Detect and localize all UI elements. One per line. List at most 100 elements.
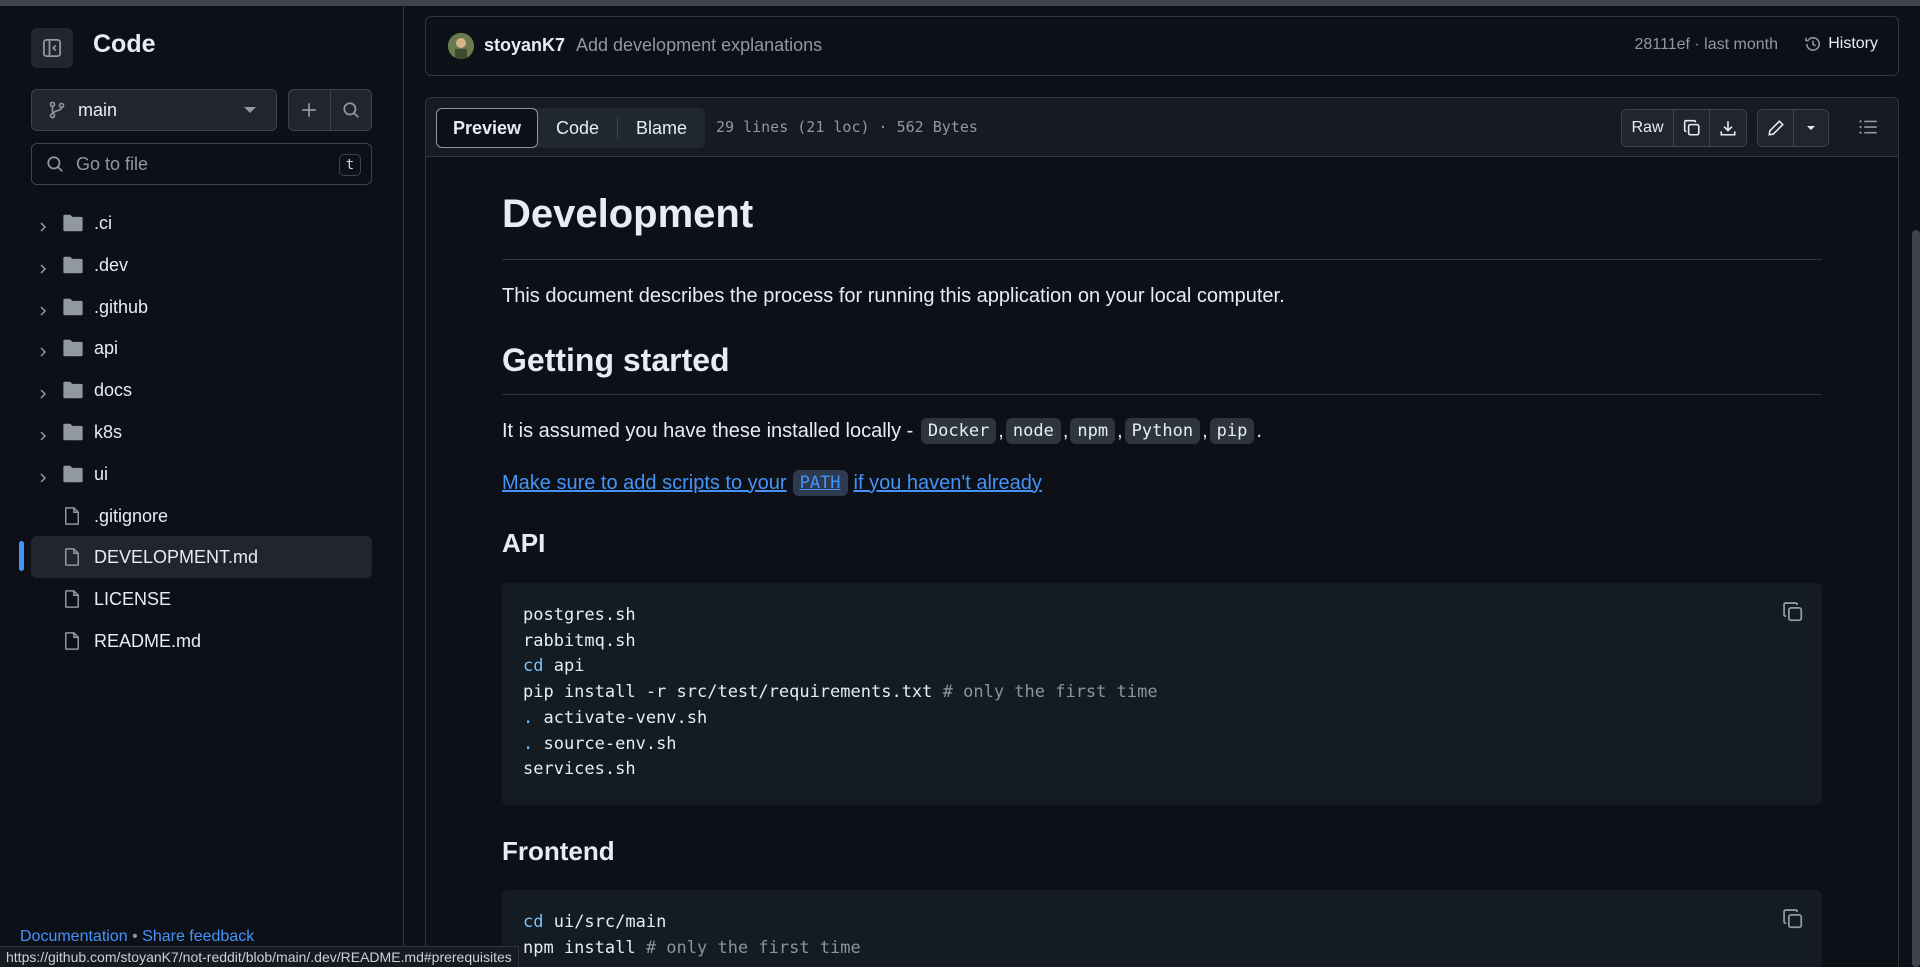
tree-file-item[interactable]: README.md <box>31 620 372 662</box>
branch-selector[interactable]: main <box>31 89 277 131</box>
tree-item-label: .dev <box>94 254 129 275</box>
code-line: cd api <box>523 656 585 677</box>
path-setup-link[interactable]: Make sure to add scripts to your PATH if… <box>502 470 1042 496</box>
footer-separator: • <box>132 928 138 945</box>
go-to-file-input[interactable]: Go to file t <box>31 143 372 185</box>
folder-icon <box>62 255 84 280</box>
plus-icon <box>302 103 316 117</box>
branch-name: main <box>78 99 118 120</box>
collapse-sidebar-button[interactable] <box>31 28 73 68</box>
chevron-down-icon <box>244 107 256 113</box>
tree-item-label: .ci <box>94 213 112 233</box>
copy-raw-button[interactable] <box>1674 110 1710 146</box>
go-to-file-placeholder: Go to file <box>76 153 149 174</box>
intro-paragraph: This document describes the process for … <box>502 285 1285 307</box>
tab-code[interactable]: Code <box>538 108 617 148</box>
link-text-before: Make sure to add scripts to your <box>502 471 787 494</box>
code-line: services.sh <box>523 759 636 780</box>
tree-folder-item[interactable]: k8s <box>31 411 372 453</box>
caret-down-icon <box>1807 126 1815 130</box>
commit-sha-date[interactable]: 28111ef · last month <box>1635 36 1779 54</box>
period: . <box>1256 419 1262 442</box>
inline-code: Docker <box>920 418 997 444</box>
copy-icon <box>1783 909 1803 929</box>
download-icon <box>1720 121 1736 136</box>
file-icon <box>62 547 82 572</box>
tab-preview[interactable]: Preview <box>436 108 538 148</box>
file-header: Preview Code Blame 29 lines (21 loc) · 5… <box>426 98 1898 157</box>
tree-folder-item[interactable]: .ci <box>31 202 372 244</box>
raw-button[interactable]: Raw <box>1622 110 1674 146</box>
folder-icon <box>62 464 84 489</box>
page-scrollbar[interactable] <box>1912 230 1920 967</box>
frontend-code-block: cd ui/src/main npm install # only the fi… <box>502 890 1822 967</box>
add-file-button[interactable] <box>289 90 331 130</box>
latest-commit-bar: stoyanK7 Add development explanations 28… <box>425 16 1899 76</box>
file-icon <box>62 631 82 656</box>
heading-divider <box>502 259 1822 260</box>
copy-code-button[interactable] <box>1782 601 1804 628</box>
search-icon <box>47 156 63 172</box>
code-line: rabbitmq.sh <box>523 630 636 651</box>
chevron-right-icon[interactable] <box>37 301 49 322</box>
tree-item-label: LICENSE <box>94 589 172 610</box>
chevron-right-icon[interactable] <box>37 259 49 280</box>
inline-code: PATH <box>792 470 848 496</box>
commit-author-link[interactable]: stoyanK7 <box>484 35 565 56</box>
code-lines: cd ui/src/main npm install # only the fi… <box>523 910 861 961</box>
tab-blame[interactable]: Blame <box>618 108 705 148</box>
copy-code-button[interactable] <box>1782 908 1804 935</box>
tree-folder-item[interactable]: .dev <box>31 244 372 286</box>
chevron-right-icon[interactable] <box>37 342 49 363</box>
copy-icon <box>1683 119 1700 136</box>
commit-message-link[interactable]: Add development explanations <box>576 35 822 56</box>
history-button[interactable]: History <box>1804 35 1878 53</box>
tree-folder-item[interactable]: docs <box>31 369 372 411</box>
folder-icon <box>62 297 84 322</box>
edit-file-button[interactable] <box>1758 110 1794 146</box>
tree-item-label: README.md <box>94 630 202 651</box>
tree-folder-item[interactable]: .github <box>31 286 372 328</box>
tree-item-label: .github <box>94 296 149 317</box>
share-feedback-link[interactable]: Share feedback <box>142 928 254 945</box>
edit-options-button[interactable] <box>1794 110 1828 146</box>
search-files-button[interactable] <box>331 90 372 130</box>
documentation-link[interactable]: Documentation <box>20 928 128 945</box>
active-indicator <box>19 541 24 572</box>
tree-item-label: .gitignore <box>94 505 169 526</box>
chevron-right-icon[interactable] <box>37 217 49 238</box>
tree-item-label: docs <box>94 380 133 401</box>
tree-item-label: ui <box>94 463 109 484</box>
tree-item-label: api <box>94 338 119 359</box>
history-icon <box>1805 37 1821 51</box>
api-heading: API <box>502 528 546 558</box>
tree-file-item[interactable]: LICENSE <box>31 578 372 620</box>
download-button[interactable] <box>1710 110 1746 146</box>
edit-group <box>1757 109 1829 147</box>
copy-icon <box>1783 602 1803 622</box>
raw-copy-download-group: Raw <box>1621 109 1747 147</box>
frontend-heading: Frontend <box>502 836 615 866</box>
tree-item-label: k8s <box>94 421 123 442</box>
inline-code: node <box>1005 418 1061 444</box>
code-line: . source-env.sh <box>523 733 677 754</box>
file-tree-sidebar: Code main Go to file t .ci .dev .github api… <box>0 6 404 967</box>
getting-started-heading: Getting started <box>502 342 730 378</box>
avatar[interactable] <box>448 33 474 59</box>
tree-folder-item[interactable]: ui <box>31 453 372 495</box>
list-unordered-icon <box>1859 120 1877 134</box>
inline-code: npm <box>1070 418 1116 444</box>
chevron-right-icon[interactable] <box>37 384 49 405</box>
tree-file-item[interactable]: DEVELOPMENT.md <box>19 536 372 579</box>
sidebar-footer: Documentation • Share feedback <box>20 928 254 946</box>
tree-file-item[interactable]: .gitignore <box>31 495 372 537</box>
git-branch-icon <box>49 101 65 119</box>
file-icon <box>62 506 82 531</box>
tree-folder-item[interactable]: api <box>31 327 372 369</box>
chevron-right-icon[interactable] <box>37 426 49 447</box>
file-viewer: Preview Code Blame 29 lines (21 loc) · 5… <box>425 97 1899 967</box>
outline-button[interactable] <box>1858 117 1878 142</box>
tree-actions <box>288 89 372 131</box>
chevron-right-icon[interactable] <box>37 468 49 489</box>
file-info: 29 lines (21 loc) · 562 Bytes <box>716 118 978 136</box>
